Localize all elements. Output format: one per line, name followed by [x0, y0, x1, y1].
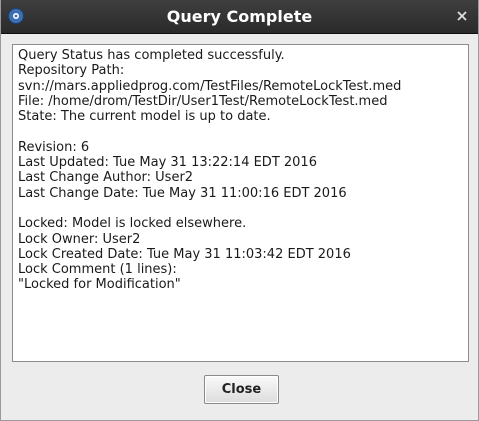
status-line: Lock Owner: User2 [18, 231, 141, 247]
query-status-text-area[interactable]: Query Status has completed successfuly. R… [12, 44, 469, 362]
close-icon[interactable] [454, 8, 470, 24]
title-bar[interactable]: Query Complete [1, 0, 478, 34]
status-line: Last Change Author: User2 [18, 170, 194, 186]
query-complete-dialog: Query Complete Query Status has complete… [0, 0, 479, 421]
status-line: Last Updated: Tue May 31 13:22:14 EDT 20… [18, 155, 317, 171]
status-line: Lock Created Date: Tue May 31 11:03:42 E… [18, 246, 351, 262]
status-line: Query Status has completed successfuly. [18, 48, 285, 63]
window-title: Query Complete [166, 7, 313, 26]
status-line: File: /home/drom/TestDir/User1Test/Remot… [18, 93, 388, 109]
status-line: Locked: Model is locked elsewhere. [18, 216, 247, 232]
app-icon [8, 8, 24, 24]
status-line: "Locked for Modification" [18, 277, 181, 293]
status-line: Last Change Date: Tue May 31 11:00:16 ED… [18, 185, 347, 201]
status-line: svn://mars.appliedprog.com/TestFiles/Rem… [18, 78, 402, 94]
status-line: Lock Comment (1 lines): [18, 262, 177, 278]
status-line: Repository Path: [18, 63, 125, 79]
status-line: Revision: 6 [18, 139, 90, 155]
status-line: State: The current model is up to date. [18, 109, 271, 125]
close-button[interactable]: Close [204, 375, 279, 404]
